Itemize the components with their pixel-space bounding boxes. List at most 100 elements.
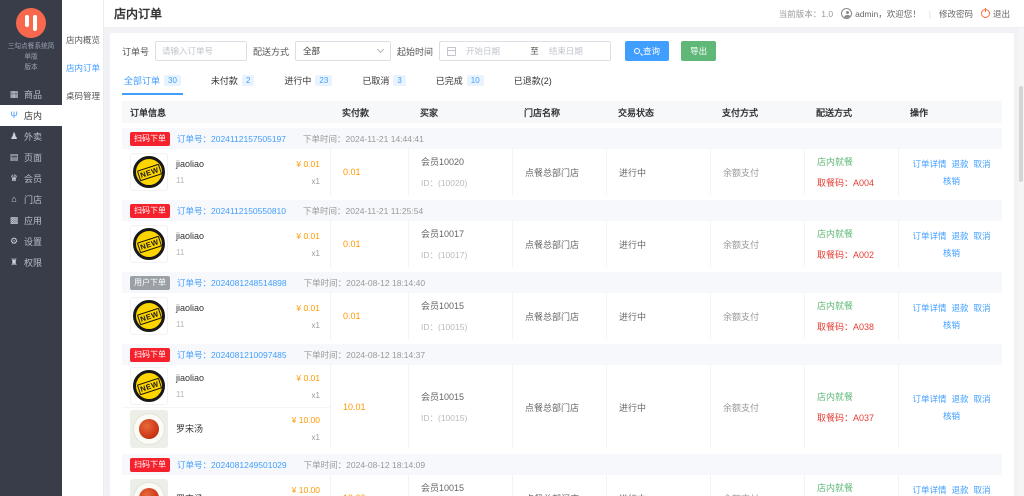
scrollbar-thumb[interactable]	[1019, 86, 1023, 182]
order-number-link[interactable]: 订单号：2024112157505197	[177, 133, 286, 145]
sidebar-item-label: 应用	[24, 214, 42, 227]
tab-count-badge: 10	[467, 75, 484, 86]
scrollbar[interactable]	[1018, 28, 1024, 496]
item-qty: x1	[292, 433, 320, 442]
sidebar-menu: ▦商品Ψ店内♟外卖▤页面♛会员⌂门店▩应用⚙设置♜权限	[0, 84, 62, 273]
orders-list: 扫码下单订单号：2024112157505197下单时间：2024-11-21 …	[122, 128, 1002, 496]
change-password-link[interactable]: 修改密码	[939, 8, 973, 20]
delivery-method-select[interactable]: 全部	[295, 41, 391, 61]
divider: |	[929, 9, 931, 19]
action-verify-link[interactable]: 核销	[943, 319, 960, 331]
topbar: 店内订单 当前版本：1.0 admin，欢迎您！ | 修改密码 退出	[104, 0, 1024, 28]
action-detail-link[interactable]: 订单详情	[912, 484, 946, 496]
soup-graphic	[139, 419, 159, 439]
trade-status-cell: 进行中	[606, 149, 710, 195]
order-no-input[interactable]	[155, 41, 247, 61]
sidebar-item-settings[interactable]: ⚙设置	[0, 231, 62, 252]
tab-all[interactable]: 全部订单30	[122, 71, 183, 95]
export-button[interactable]: 导出	[681, 41, 716, 61]
order-items-cell: NEWjiaoliao11¥ 0.01x1	[122, 221, 330, 267]
food-image-new-sticker: NEW	[130, 297, 168, 335]
buyer-id: ID：(10015)	[421, 412, 512, 424]
tab-unpaid[interactable]: 未付款2	[209, 71, 256, 95]
action-cancel-link[interactable]: 取消	[974, 302, 991, 314]
order-meta-row: 扫码下单订单号：2024081249501029下单时间：2024-08-12 …	[122, 454, 1002, 475]
tab-ongoing[interactable]: 进行中23	[282, 71, 334, 95]
table-header: 订单信息实付款买家门店名称交易状态支付方式配送方式操作	[122, 101, 1002, 123]
action-detail-link[interactable]: 订单详情	[912, 230, 946, 242]
date-range-picker[interactable]: 开始日期 至 结束日期	[439, 41, 611, 61]
trade-status-cell: 进行中	[606, 365, 710, 449]
tab-refunded[interactable]: 已退款(2)	[512, 71, 554, 95]
delivery-selected-value: 全部	[303, 45, 320, 57]
order-status-tabs: 全部订单30 未付款2 进行中23 已取消3 已完成 10 已退款(2)	[122, 71, 1002, 95]
order-source-badge: 扫码下单	[130, 348, 170, 362]
action-cancel-link[interactable]: 取消	[974, 158, 991, 170]
sidebar-item-permission[interactable]: ♜权限	[0, 252, 62, 273]
user-menu[interactable]: admin，欢迎您！	[841, 8, 921, 20]
end-date-field[interactable]: 结束日期	[549, 45, 603, 57]
sidebar-item-member[interactable]: ♛会员	[0, 168, 62, 189]
action-cancel-link[interactable]: 取消	[974, 230, 991, 242]
action-verify-link[interactable]: 核销	[943, 175, 960, 187]
order-actions-cell: 订单详情退款取消核销	[898, 149, 1002, 195]
sidebar-item-goods[interactable]: ▦商品	[0, 84, 62, 105]
action-cancel-link[interactable]: 取消	[974, 393, 991, 405]
order-block: 扫码下单订单号：2024112150550810下单时间：2024-11-21 …	[122, 200, 1002, 267]
column-header: 交易状态	[606, 106, 710, 119]
logout-link[interactable]: 退出	[981, 8, 1010, 20]
filter-bar: 订单号 配送方式 全部 起始时间 开始日期 至 结束日期	[122, 40, 1002, 62]
tab-finished[interactable]: 已完成 10	[434, 71, 486, 95]
search-button[interactable]: 查询	[625, 41, 669, 61]
logo-title: 三勾点餐系统简单版	[5, 43, 56, 63]
date-to-label: 至	[530, 45, 539, 57]
buyer-cell: 会员10015ID：(10015)	[408, 475, 512, 496]
submenu-item-tablecodes[interactable]: 桌码管理	[62, 82, 103, 110]
action-detail-link[interactable]: 订单详情	[912, 302, 946, 314]
column-header: 订单信息	[122, 106, 330, 119]
start-date-field[interactable]: 开始日期	[466, 45, 520, 57]
column-header: 支付方式	[710, 106, 804, 119]
tab-count-badge: 2	[242, 75, 254, 86]
tab-label: 已完成	[436, 74, 463, 87]
order-actions-cell: 订单详情退款取消核销	[898, 293, 1002, 339]
order-number-link[interactable]: 订单号：2024081248514898	[177, 277, 287, 289]
order-number-link[interactable]: 订单号：2024081210097485	[177, 349, 287, 361]
primary-sidebar: 三勾点餐系统简单版 版本 ▦商品Ψ店内♟外卖▤页面♛会员⌂门店▩应用⚙设置♜权限	[0, 0, 62, 496]
sidebar-item-instore[interactable]: Ψ店内	[0, 105, 62, 126]
action-cancel-link[interactable]: 取消	[974, 484, 991, 496]
item-name-block: jiaoliao11	[176, 303, 204, 329]
sidebar-item-label: 页面	[24, 151, 42, 164]
order-time: 下单时间：2024-08-12 18:14:40	[304, 277, 425, 289]
buyer-id: ID：(10017)	[421, 249, 512, 261]
action-detail-link[interactable]: 订单详情	[912, 393, 946, 405]
app-logo[interactable]: 三勾点餐系统简单版 版本	[0, 0, 62, 80]
food-image-soup	[130, 479, 168, 496]
action-refund-link[interactable]: 退款	[951, 393, 968, 405]
item-price: ¥ 0.01	[296, 373, 320, 383]
buyer-name: 会员10015	[421, 481, 512, 494]
sidebar-item-pages[interactable]: ▤页面	[0, 147, 62, 168]
submenu-item-orders[interactable]: 店内订单	[62, 54, 103, 82]
sidebar-item-apps[interactable]: ▩应用	[0, 210, 62, 231]
avatar-icon	[841, 8, 852, 19]
order-number-link[interactable]: 订单号：2024081249501029	[177, 459, 287, 471]
paid-amount-cell: 0.01	[330, 149, 408, 195]
delivery-method-cell: 店内就餐取餐码：A038	[804, 293, 898, 339]
soup-graphic	[139, 488, 159, 496]
action-refund-link[interactable]: 退款	[951, 302, 968, 314]
action-verify-link[interactable]: 核销	[943, 410, 960, 422]
order-meta-row: 用户下单订单号：2024081248514898下单时间：2024-08-12 …	[122, 272, 1002, 293]
action-refund-link[interactable]: 退款	[951, 230, 968, 242]
action-refund-link[interactable]: 退款	[951, 158, 968, 170]
action-detail-link[interactable]: 订单详情	[912, 158, 946, 170]
sidebar-item-label: 权限	[24, 256, 42, 269]
buyer-cell: 会员10015ID：(10015)	[408, 365, 512, 449]
submenu-item-overview[interactable]: 店内概览	[62, 26, 103, 54]
action-refund-link[interactable]: 退款	[951, 484, 968, 496]
tab-cancelled[interactable]: 已取消3	[360, 71, 407, 95]
action-verify-link[interactable]: 核销	[943, 247, 960, 259]
sidebar-item-store[interactable]: ⌂门店	[0, 189, 62, 210]
order-number-link[interactable]: 订单号：2024112150550810	[177, 205, 286, 217]
sidebar-item-takeout[interactable]: ♟外卖	[0, 126, 62, 147]
